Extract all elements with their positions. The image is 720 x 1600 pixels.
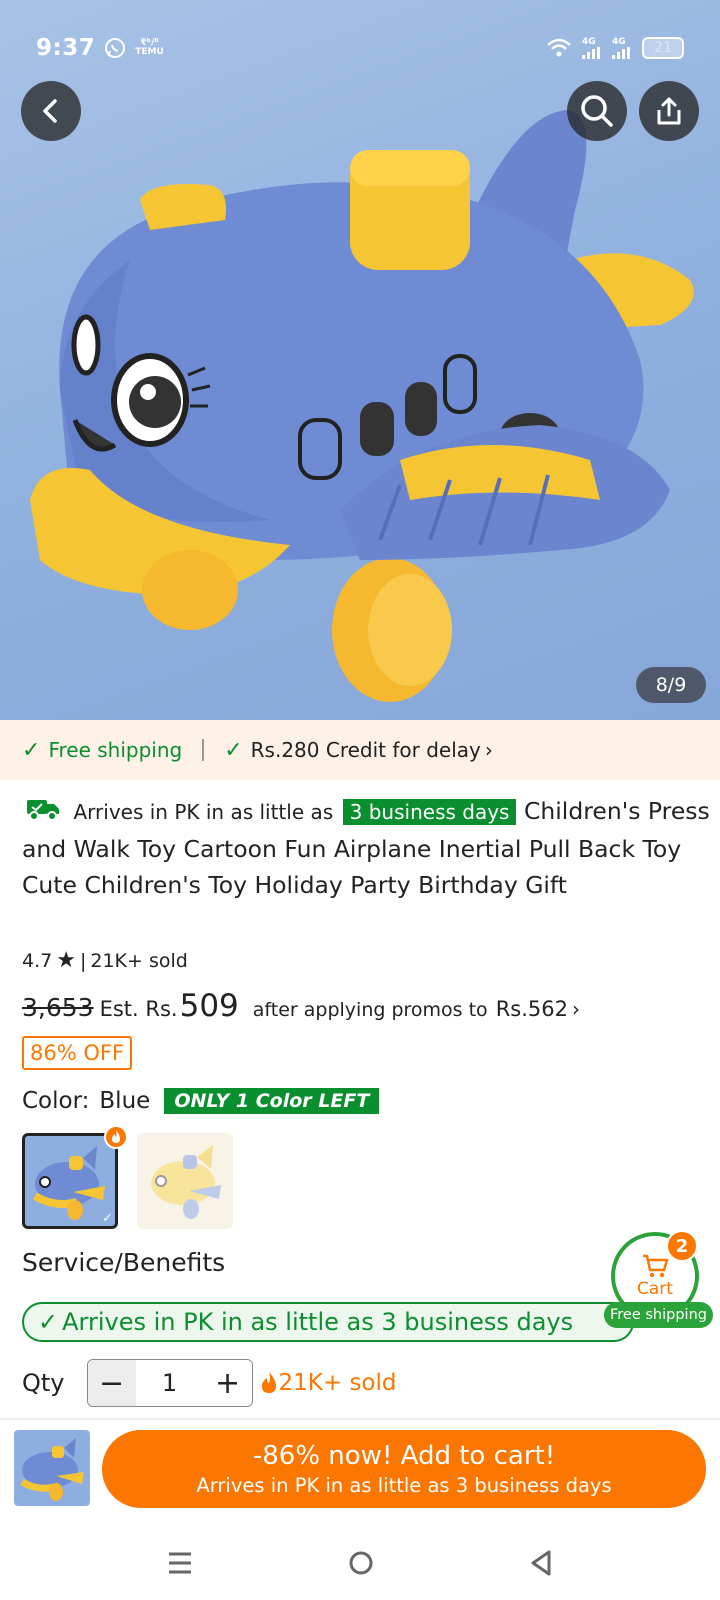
product-thumbnail xyxy=(14,1430,90,1506)
chevron-right-icon: › xyxy=(484,738,493,762)
product-image xyxy=(30,110,694,702)
qty-value[interactable]: 1 xyxy=(136,1369,204,1397)
chevron-right-icon: › xyxy=(571,997,580,1021)
stock-badge: ONLY 1 Color LEFT xyxy=(164,1088,380,1114)
cart-free-shipping-badge: Free shipping xyxy=(604,1302,713,1328)
discount-badge: 86% OFF xyxy=(22,1036,133,1070)
business-days-badge: 3 business days xyxy=(342,799,517,825)
hot-sold-count: 21K+ sold xyxy=(261,1370,397,1396)
promo-price: Rs.562 xyxy=(495,997,568,1021)
add-to-cart-label: -86% now! Add to cart! xyxy=(252,1441,556,1471)
check-icon: ✓ xyxy=(38,1308,59,1336)
star-icon: ★ xyxy=(56,948,76,973)
delay-credit-label: Rs.280 Credit for delay xyxy=(250,738,481,762)
search-button[interactable] xyxy=(567,81,627,141)
cellular-signal-icon-1: 4G xyxy=(582,37,602,59)
color-label: Color: xyxy=(22,1088,90,1114)
price-row[interactable]: 3,653 Est. Rs. 509 after applying promos… xyxy=(22,988,580,1024)
cart-label: Cart xyxy=(637,1279,673,1299)
home-nav-button[interactable] xyxy=(348,1550,374,1580)
color-swatch-blue[interactable]: ✓ xyxy=(22,1133,118,1229)
delivery-truck-icon xyxy=(26,795,60,831)
share-icon xyxy=(657,97,681,125)
color-row: Color: Blue ONLY 1 Color LEFT xyxy=(22,1088,380,1114)
cart-count-badge: 2 xyxy=(666,1230,698,1262)
search-icon xyxy=(581,95,613,127)
product-image-gallery[interactable]: 9:37 ₹ᵇ/ᴮ TEMU 4G 4G 21 8/9 xyxy=(0,0,720,720)
system-nav-bar xyxy=(0,1530,720,1600)
back-button[interactable] xyxy=(21,81,81,141)
cellular-signal-icon-2: 4G xyxy=(612,37,632,59)
fire-icon xyxy=(261,1372,276,1393)
back-triangle-icon xyxy=(531,1550,551,1576)
check-icon: ✓ xyxy=(224,737,243,763)
menu-nav-button[interactable] xyxy=(167,1551,193,1579)
status-time: 9:37 xyxy=(36,35,96,61)
rating-score: 4.7 xyxy=(22,949,53,972)
color-swatch-yellow[interactable] xyxy=(137,1133,233,1229)
status-bar: 9:37 ₹ᵇ/ᴮ TEMU 4G 4G 21 xyxy=(0,0,720,96)
hot-item-icon xyxy=(104,1125,128,1149)
rating-row[interactable]: 4.7 ★ | 21K+ sold xyxy=(22,948,188,973)
product-title: Arrives in PK in as little as 3 business… xyxy=(22,793,712,903)
temu-notification-icon: ₹ᵇ/ᴮ TEMU xyxy=(135,38,164,57)
original-price: 3,653 xyxy=(22,993,94,1022)
est-price-label: Est. Rs. xyxy=(99,997,178,1021)
add-to-cart-button[interactable]: -86% now! Add to cart! Arrives in PK in … xyxy=(102,1430,706,1508)
decrease-qty-button[interactable]: − xyxy=(87,1360,136,1406)
back-nav-button[interactable] xyxy=(529,1549,553,1581)
bottom-divider xyxy=(0,1418,720,1420)
divider xyxy=(202,739,205,761)
battery-icon: 21 xyxy=(642,37,684,59)
sold-count: 21K+ sold xyxy=(90,949,188,972)
service-benefits-title: Service/Benefits xyxy=(22,1248,226,1277)
qty-label: Qty xyxy=(22,1369,65,1397)
quantity-stepper[interactable]: − 1 + xyxy=(86,1359,253,1407)
wifi-icon xyxy=(546,38,572,58)
product-page: 9:37 ₹ᵇ/ᴮ TEMU 4G 4G 21 8/9 ✓ Free shipp… xyxy=(0,0,720,1600)
service-benefit-text: Arrives in PK in as little as 3 business… xyxy=(62,1308,574,1336)
home-circle-icon xyxy=(349,1551,373,1575)
cart-icon xyxy=(643,1254,669,1278)
selected-check-icon: ✓ xyxy=(102,1211,113,1226)
promo-note: after applying promos to xyxy=(252,999,488,1021)
image-counter: 8/9 xyxy=(636,667,706,703)
add-to-cart-sublabel: Arrives in PK in as little as 3 business… xyxy=(196,1474,612,1497)
shipping-strip[interactable]: ✓ Free shipping ✓ Rs.280 Credit for dela… xyxy=(0,720,720,780)
share-button[interactable] xyxy=(639,81,699,141)
arrives-prefix: Arrives in PK in as little as xyxy=(73,800,334,824)
swatch-image xyxy=(151,1145,221,1219)
whatsapp-icon xyxy=(103,36,127,60)
increase-qty-button[interactable]: + xyxy=(203,1360,252,1406)
free-shipping-label: Free shipping xyxy=(48,738,183,762)
color-value: Blue xyxy=(99,1088,151,1114)
check-icon: ✓ xyxy=(22,737,41,763)
menu-icon xyxy=(169,1552,192,1574)
quantity-row: Qty − 1 + 21K+ sold xyxy=(22,1359,397,1407)
current-price: 509 xyxy=(179,988,239,1024)
chevron-left-icon xyxy=(43,99,57,123)
service-benefit-pill[interactable]: ✓ Arrives in PK in as little as 3 busine… xyxy=(22,1302,634,1342)
rating-separator: | xyxy=(79,949,87,972)
